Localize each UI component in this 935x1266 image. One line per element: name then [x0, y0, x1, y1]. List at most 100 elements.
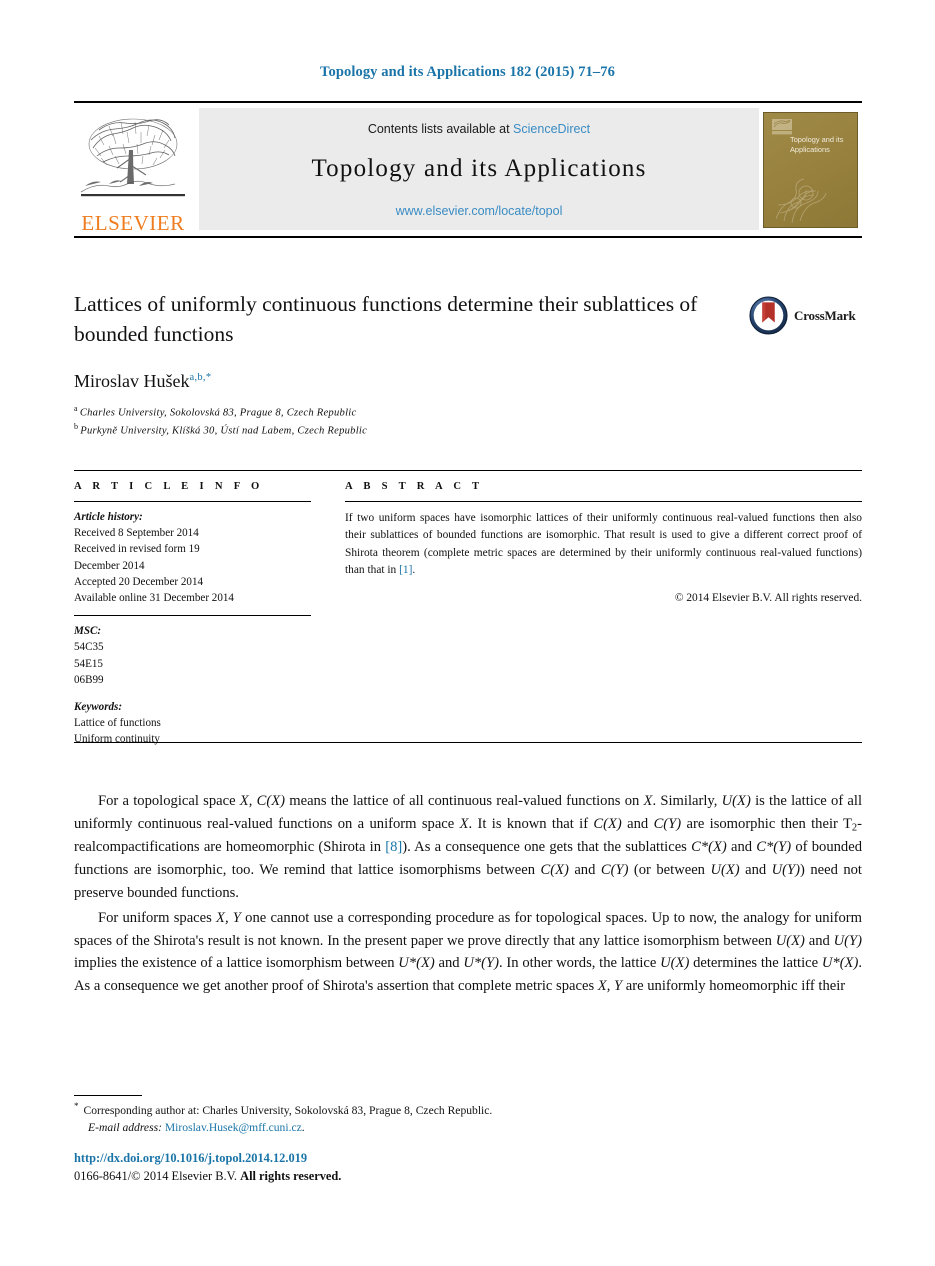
text-run: and — [804, 932, 834, 949]
affiliation-text: Purkyně University, Klíšká 30, Ústí nad … — [80, 425, 368, 437]
keywords-label: Keywords: — [74, 700, 123, 713]
math-run: X, Y — [216, 909, 241, 926]
math-run: U(X) — [710, 862, 740, 879]
text-run: . It is known that if — [468, 815, 594, 832]
math-run: U(X) — [660, 955, 690, 972]
cover-title-text: Topology and its Applications — [790, 134, 844, 154]
footnote-divider — [74, 1095, 142, 1096]
msc-group: MSC: 54C35 54E15 06B99 — [74, 616, 311, 697]
paragraph: For a topological space X, C(X) means th… — [74, 790, 862, 905]
article-info-column: A R T I C L E I N F O Article history: R… — [74, 471, 329, 756]
math-run: C*(X) — [691, 839, 727, 856]
text-run: and — [726, 839, 757, 856]
abstract-reference-link[interactable]: [1] — [399, 564, 412, 576]
math-run: C(X) — [256, 793, 285, 809]
math-run: C*(Y) — [756, 839, 792, 856]
math-run: U(Y) — [771, 862, 801, 879]
sciencedirect-link[interactable]: ScienceDirect — [513, 122, 590, 136]
elsevier-tree-icon — [80, 118, 185, 197]
paragraph: For uniform spaces X, Y one cannot use a… — [74, 907, 862, 998]
text-run: and — [621, 815, 654, 832]
math-run: U*(X) — [821, 955, 859, 972]
author-label: Miroslav Hušek — [74, 371, 190, 391]
abstract-text-main: If two uniform spaces have isomorphic la… — [345, 512, 862, 576]
text-run: ). As a consequence one gets that the su… — [402, 839, 692, 856]
info-abstract-bottom-divider — [74, 742, 862, 743]
doi-link[interactable]: http://dx.doi.org/10.1016/j.topol.2014.1… — [74, 1150, 774, 1168]
msc-label: MSC: — [74, 625, 102, 638]
affiliation-mark: a — [74, 404, 78, 413]
text-run: For a topological space — [98, 793, 240, 809]
journal-masthead: ELSEVIER Contents lists available at Sci… — [74, 101, 862, 238]
math-run: C(Y) — [600, 862, 629, 879]
msc-code: 54E15 — [74, 657, 103, 670]
abstract-heading: A B S T R A C T — [345, 481, 484, 492]
history-line: Accepted 20 December 2014 — [74, 575, 204, 588]
text-run: are uniformly homeomorphic iff their — [622, 978, 846, 995]
footnotes: * Corresponding author at: Charles Univer… — [74, 1100, 774, 1137]
abstract-text-tail: . — [412, 563, 416, 576]
text-run: implies the existence of a lattice isomo… — [74, 955, 399, 972]
math-run: U*(Y) — [463, 955, 500, 972]
msc-code: 54C35 — [74, 641, 104, 654]
author-affiliation-marks[interactable]: a,b,* — [190, 372, 212, 383]
affiliation-item: b Purkyně University, Klíšká 30, Ústí nad… — [74, 421, 694, 439]
email-link[interactable]: Miroslav.Husek@mff.cuni.cz — [165, 1121, 302, 1134]
crossmark-badge-group[interactable]: CrossMark — [749, 296, 856, 335]
author-name: Miroslav Hušeka,b,* — [74, 371, 211, 392]
affiliation-text: Charles University, Sokolovská 83, Pragu… — [79, 407, 357, 419]
abstract-column: A B S T R A C T If two uniform spaces ha… — [329, 471, 862, 756]
math-run: X — [459, 815, 469, 832]
text-run: , — [248, 793, 257, 809]
text-run: determines the lattice — [689, 955, 822, 972]
abstract-copyright: © 2014 Elsevier B.V. All rights reserved… — [674, 592, 862, 605]
text-run: and — [434, 955, 464, 972]
history-line: Received in revised form 19 — [74, 543, 200, 556]
math-run: U(Y) — [833, 932, 863, 949]
email-note: E-mail address: Miroslav.Husek@mff.cuni.… — [74, 1119, 774, 1136]
article-info-heading: A R T I C L E I N F O — [74, 481, 264, 492]
contents-available-line: Contents lists available at ScienceDirec… — [368, 122, 590, 136]
title-block: Lattices of uniformly continuous functio… — [74, 290, 714, 349]
msc-code: 06B99 — [74, 673, 104, 686]
page-title: Lattices of uniformly continuous functio… — [74, 292, 698, 346]
journal-url-link[interactable]: www.elsevier.com/locate/topol — [396, 204, 563, 218]
text-run: For uniform spaces — [98, 909, 217, 926]
body-text: For a topological space X, C(X) means th… — [74, 790, 862, 1000]
text-run: (or between — [628, 862, 711, 879]
crossmark-label: CrossMark — [794, 307, 856, 323]
math-run: C(X) — [593, 815, 622, 832]
math-run: U(X) — [721, 793, 751, 809]
text-run: are isomorphic then their T — [681, 815, 852, 832]
journal-cover-image: Topology and its Applications — [763, 111, 858, 228]
text-run: . In other words, the lattice — [499, 955, 661, 972]
corresponding-author-note: * Corresponding author at: Charles Univer… — [74, 1100, 774, 1119]
article-history-group: Article history: Received 8 September 20… — [74, 502, 311, 615]
keyword-item: Lattice of functions — [74, 717, 161, 730]
citation-link[interactable]: [8] — [385, 839, 402, 855]
history-line: Available online 31 December 2014 — [74, 591, 234, 604]
math-run: U*(X) — [398, 955, 435, 972]
math-run: U(X) — [775, 932, 805, 949]
affiliation-mark: b — [74, 421, 79, 431]
history-line: Received 8 September 2014 — [74, 527, 199, 540]
running-head: Topology and its Applications 182 (2015)… — [320, 64, 615, 80]
doi-block: http://dx.doi.org/10.1016/j.topol.2014.1… — [74, 1150, 774, 1185]
contents-prefix: Contents lists available at — [367, 122, 514, 136]
affiliation-item: a Charles University, Sokolovská 83, Prag… — [74, 403, 694, 421]
masthead-center-panel: Contents lists available at ScienceDirec… — [199, 108, 759, 230]
journal-title: Topology and its Applications — [311, 155, 647, 182]
keywords-group: Keywords: Lattice of functions Uniform c… — [74, 697, 311, 757]
history-line: December 2014 — [74, 559, 145, 572]
corresponding-author-text: Corresponding author at: Charles Univers… — [83, 1103, 493, 1117]
elsevier-wordmark: ELSEVIER — [81, 211, 185, 235]
text-run: . Similarly, — [652, 793, 722, 809]
text-run: means the lattice of all continuous real… — [285, 793, 644, 809]
cover-elsevier-icon — [772, 118, 792, 134]
journal-cover-thumbnail: Topology and its Applications — [759, 103, 862, 236]
cover-artwork-icon — [775, 178, 827, 223]
crossmark-icon[interactable] — [749, 296, 788, 335]
rights-reserved: All rights reserved. — [240, 1168, 342, 1183]
affiliations-list: a Charles University, Sokolovská 83, Prag… — [74, 403, 694, 438]
text-run: and — [739, 862, 772, 879]
